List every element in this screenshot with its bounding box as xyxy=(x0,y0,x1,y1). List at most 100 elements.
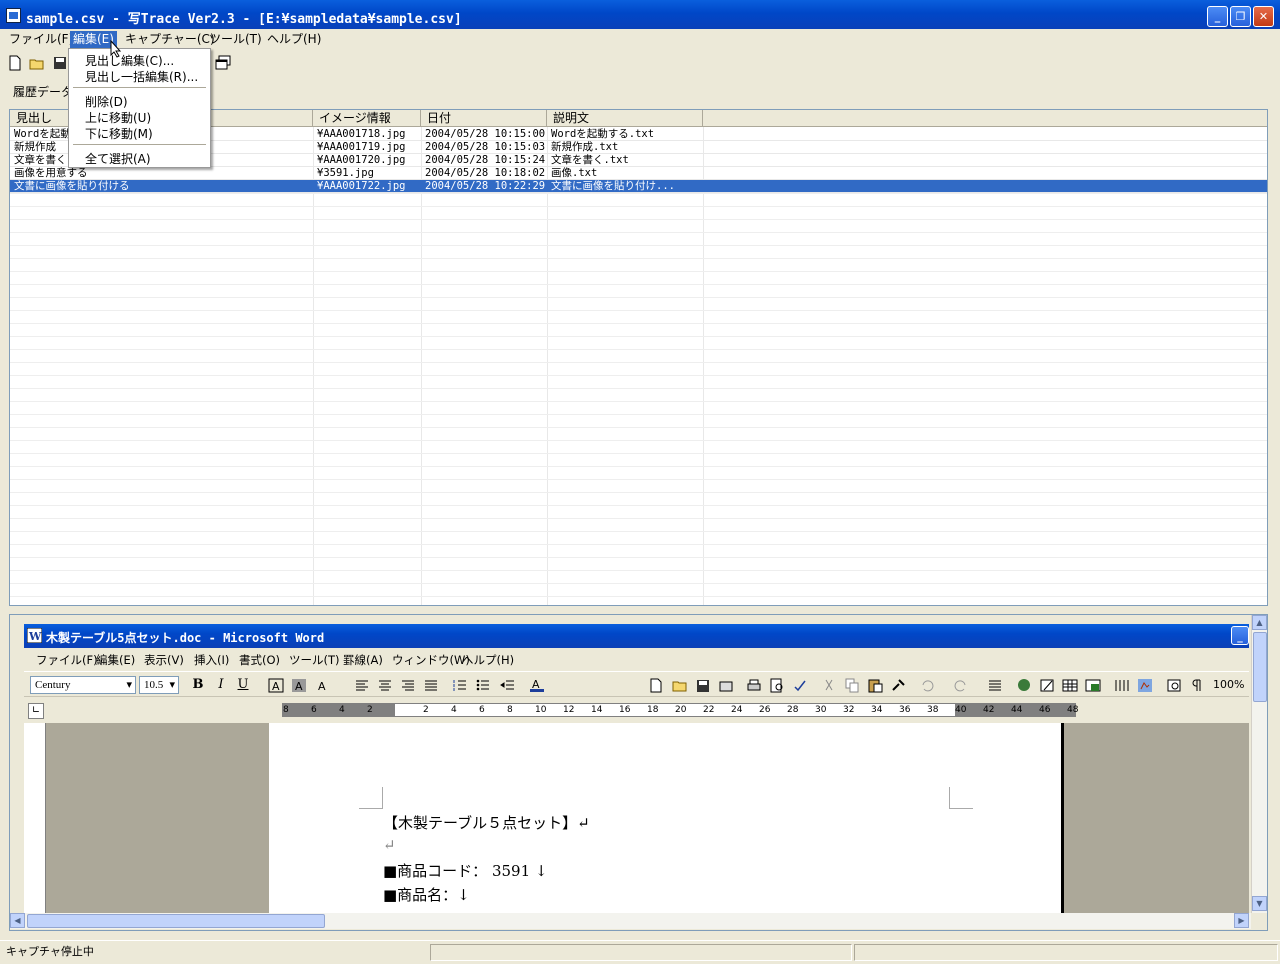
chevron-down-icon: ▾ xyxy=(169,679,175,691)
new-file-icon[interactable] xyxy=(7,55,23,71)
menu-item-select-all[interactable]: 全て選択(A) xyxy=(85,150,151,167)
open-folder-icon[interactable] xyxy=(29,55,45,71)
inner-vertical-scrollbar[interactable]: ▲ ▼ xyxy=(1251,615,1267,913)
scroll-down-icon[interactable]: ▼ xyxy=(1252,896,1267,911)
grid-line xyxy=(10,440,1267,441)
title-bar[interactable]: sample.csv - 写Trace Ver2.3 - [E:¥sampled… xyxy=(0,0,1280,32)
word-open-icon xyxy=(672,681,687,692)
ruler-tick-label: 30 xyxy=(815,705,827,715)
save-icon[interactable] xyxy=(52,55,68,71)
ruler-tick-label: 2 xyxy=(423,705,429,715)
inner-horizontal-scrollbar[interactable]: ◀ ▶ xyxy=(10,913,1251,929)
ruler-tick-label: 16 xyxy=(619,705,631,715)
doc-line-empty: ↵ xyxy=(383,836,396,854)
scroll-right-icon[interactable]: ▶ xyxy=(1234,913,1249,928)
word-columns-icon xyxy=(1115,680,1129,691)
font-name-combo: Century ▾ xyxy=(30,676,136,694)
doc-line-product-code: ■商品コード： 3591 ↓ xyxy=(383,862,548,880)
ruler-tick-label: 46 xyxy=(1039,705,1051,715)
menu-tools[interactable]: ツール(T) xyxy=(206,31,265,48)
menu-capture[interactable]: キャプチャー(C) xyxy=(122,31,218,48)
word-app-icon: W xyxy=(27,628,42,643)
restore-button[interactable]: ❐ xyxy=(1230,6,1251,27)
bullets-icon xyxy=(476,679,489,691)
word-doc-map-icon xyxy=(1167,679,1181,692)
word-insert-table-icon xyxy=(1062,679,1078,692)
status-pane-3 xyxy=(854,944,1278,961)
grid-line xyxy=(10,544,1267,545)
ruler-scale: 8 6 4 2 2 4 6 8 10 12 14 16 18 20 22 24 26 28 30 32 34 36 38 40… xyxy=(282,703,1078,717)
row-image: ¥AAA001720.jpg xyxy=(317,154,406,166)
font-size-combo: 10.5 ▾ xyxy=(139,676,179,694)
close-button[interactable]: ✕ xyxy=(1253,6,1274,27)
grid-line xyxy=(10,258,1267,259)
word-menu-help: ヘルプ(H) xyxy=(462,653,515,667)
grid-line xyxy=(10,323,1267,324)
scroll-left-icon[interactable]: ◀ xyxy=(10,913,25,928)
history-list[interactable]: 見出し イメージ情報 日付 説明文 Wordを起動する ¥AAA001718.jp… xyxy=(9,109,1268,606)
menu-item-delete[interactable]: 削除(D) xyxy=(85,93,128,110)
menu-item-heading-edit[interactable]: 見出し編集(C)... xyxy=(85,52,174,69)
list-row[interactable]: 文書に画像を貼り付ける ¥AAA001722.jpg 2004/05/28 10:2… xyxy=(10,180,1267,193)
word-menu-window: ウィンドウ(W) xyxy=(392,653,470,667)
ruler-tick-label: 14 xyxy=(591,705,603,715)
document-area: 【木製テーブル５点セット】↵ ↵ ■商品コード： 3591 ↓ ■商品名：↓ xyxy=(24,723,1249,913)
grid-line xyxy=(10,427,1267,428)
margin-marker xyxy=(949,787,973,809)
word-undo-icon xyxy=(922,680,934,692)
scroll-thumb[interactable] xyxy=(27,914,325,928)
word-copy-icon xyxy=(845,678,859,693)
menu-item-move-up[interactable]: 上に移動(U) xyxy=(85,109,151,126)
chevron-down-icon: ▾ xyxy=(126,679,132,691)
menu-item-heading-bulk-edit[interactable]: 見出し一括編集(R)... xyxy=(85,68,198,85)
menu-help[interactable]: ヘルプ(H) xyxy=(264,31,324,48)
column-header-image[interactable]: イメージ情報 xyxy=(313,110,421,127)
ruler-tick-label: 10 xyxy=(535,705,547,715)
row-image: ¥AAA001722.jpg xyxy=(317,180,406,192)
menu-file[interactable]: ファイル(F) xyxy=(6,31,76,48)
vertical-ruler xyxy=(24,723,46,913)
history-label: 履歴データ xyxy=(13,85,74,99)
zoom-level: 100% xyxy=(1213,678,1245,691)
ruler-tick-label: 24 xyxy=(731,705,743,715)
grid-line xyxy=(10,193,1267,194)
menu-separator xyxy=(73,87,206,88)
indent-icon xyxy=(500,680,514,690)
grid-line xyxy=(10,245,1267,246)
scroll-thumb[interactable] xyxy=(1253,632,1267,702)
italic-button: I xyxy=(218,677,224,692)
word-menu-edit: 編集(E) xyxy=(96,653,136,667)
word-format-painter-icon xyxy=(892,679,905,691)
column-header-description[interactable]: 説明文 xyxy=(547,110,703,127)
row-date: 2004/05/28 10:15:03 xyxy=(425,141,546,153)
row-heading: 画像を用意する xyxy=(14,167,88,179)
app-icon[interactable] xyxy=(6,8,21,23)
scroll-up-icon[interactable]: ▲ xyxy=(1252,615,1267,630)
word-menu-insert: 挿入(I) xyxy=(194,653,230,667)
ruler-tick-label: 2 xyxy=(367,705,373,715)
grid-line xyxy=(10,505,1267,506)
minimize-button[interactable]: _ xyxy=(1207,6,1228,27)
font-size-value: 10.5 xyxy=(144,679,164,691)
window-icon[interactable] xyxy=(215,55,231,71)
document-page: 【木製テーブル５点セット】↵ ↵ ■商品コード： 3591 ↓ ■商品名：↓ xyxy=(269,723,1064,913)
grid-line xyxy=(10,232,1267,233)
grid-line xyxy=(10,570,1267,571)
grid-line xyxy=(10,388,1267,389)
align-right-icon xyxy=(402,680,414,691)
char-border-icon: A xyxy=(268,678,284,693)
row-date: 2004/05/28 10:18:02 xyxy=(425,167,546,179)
ruler-tick-label: 12 xyxy=(563,705,575,715)
word-toolbar: Century ▾ 10.5 ▾ B I U A A A A 100% xyxy=(24,671,1249,697)
ruler-tick-label: 8 xyxy=(283,705,289,715)
row-date: 2004/05/28 10:15:24 xyxy=(425,154,546,166)
ruler-tick-label: 26 xyxy=(759,705,771,715)
list-row[interactable]: 画像を用意する ¥3591.jpg 2004/05/28 10:18:02 画像.tx… xyxy=(10,167,1267,180)
ruler-tick-label: 32 xyxy=(843,705,855,715)
column-header-date[interactable]: 日付 xyxy=(421,110,547,127)
word-menu-format: 書式(O) xyxy=(239,653,281,667)
row-image: ¥3591.jpg xyxy=(317,167,374,179)
status-pane-2 xyxy=(430,944,852,961)
menu-item-move-down[interactable]: 下に移動(M) xyxy=(85,125,153,142)
word-insert-excel-icon xyxy=(1085,679,1101,692)
